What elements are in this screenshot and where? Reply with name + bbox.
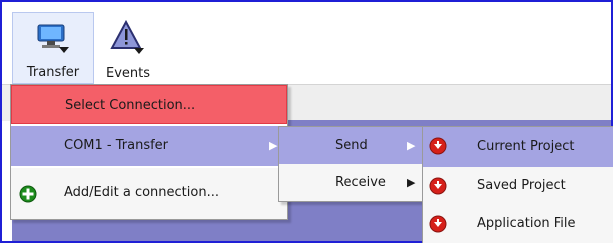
menu-item-receive[interactable]: Receive ▶ <box>279 164 426 201</box>
submenu-arrow-icon: ▶ <box>269 139 278 152</box>
events-button[interactable]: Events <box>96 12 160 84</box>
menu-item-label: Receive <box>335 175 386 190</box>
warning-icon <box>110 19 144 54</box>
send-submenu: Current Project Saved Project Applicatio… <box>422 126 613 243</box>
transfer-label: Transfer <box>26 65 80 80</box>
events-label: Events <box>105 66 150 81</box>
transfer-menu: Select Connection... COM1 - Transfer ▶ A… <box>10 84 288 220</box>
submenu-arrow-icon: ▶ <box>407 176 416 189</box>
down-arrow-icon <box>429 177 447 195</box>
menu-item-current-project[interactable]: Current Project <box>423 127 613 167</box>
menu-item-label: COM1 - Transfer <box>64 138 169 153</box>
menu-item-label: Add/Edit a connection... <box>64 185 219 200</box>
menu-item-saved-project[interactable]: Saved Project <box>423 167 613 205</box>
toolbar: Transfer Events <box>2 2 611 84</box>
app-window: Transfer Events Select Connection... COM… <box>0 0 613 243</box>
transfer-button[interactable]: Transfer <box>12 12 94 84</box>
transfer-submenu: Send ▶ Receive ▶ <box>278 126 427 202</box>
submenu-arrow-icon: ▶ <box>407 139 416 152</box>
transfer-computer-icon <box>37 24 69 53</box>
menu-item-label: Select Connection... <box>65 98 196 113</box>
menu-item-add-edit-connection[interactable]: Add/Edit a connection... <box>11 168 287 218</box>
menu-item-application-file[interactable]: Application File <box>423 205 613 243</box>
plus-icon <box>19 185 37 203</box>
menu-item-send[interactable]: Send ▶ <box>279 127 426 164</box>
menu-item-label: Current Project <box>477 139 575 154</box>
menu-item-com1-transfer[interactable]: COM1 - Transfer ▶ <box>11 126 287 166</box>
menu-item-label: Application File <box>477 216 576 231</box>
menu-item-select-connection[interactable]: Select Connection... <box>11 85 287 124</box>
menu-item-label: Saved Project <box>477 178 566 193</box>
down-arrow-icon <box>429 215 447 233</box>
menu-item-label: Send <box>335 138 368 153</box>
down-arrow-icon <box>429 137 447 155</box>
